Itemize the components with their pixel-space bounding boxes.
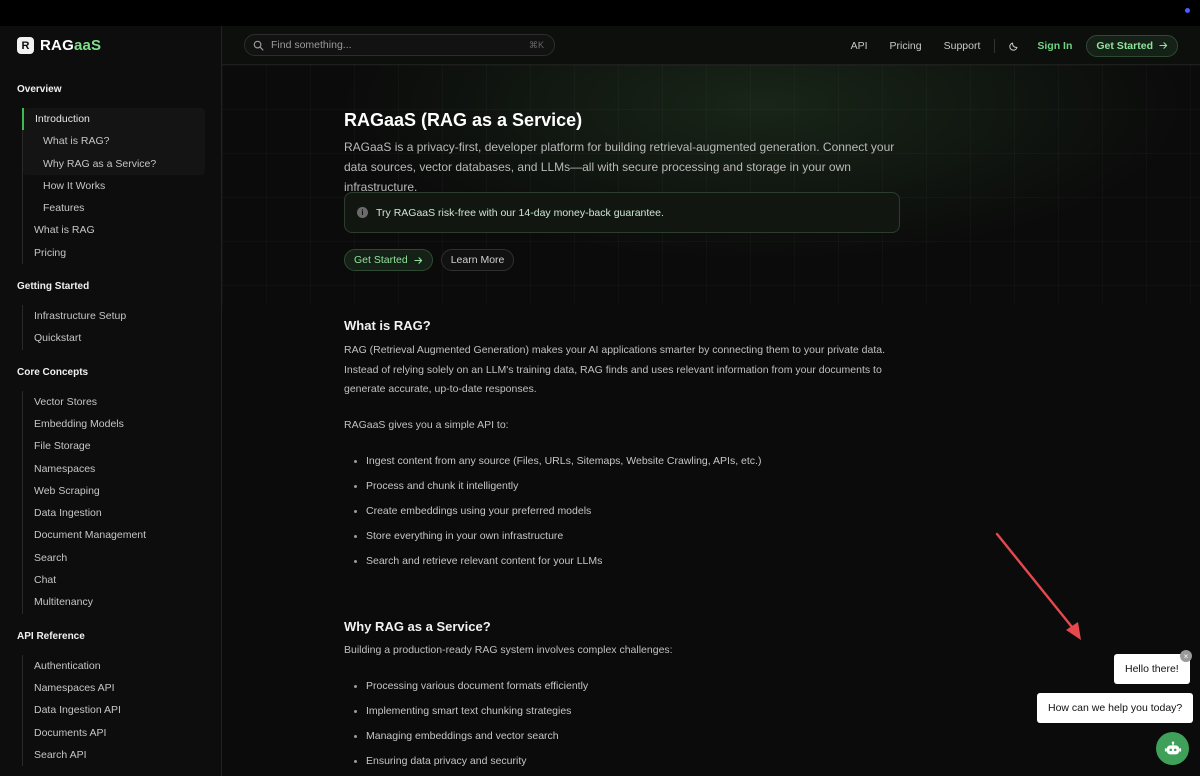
- api-reference-group: Authentication Namespaces API Data Inges…: [22, 654, 221, 767]
- nav-link-pricing[interactable]: Pricing: [890, 40, 922, 52]
- sidebar-item-data-ingestion[interactable]: Data Ingestion: [23, 502, 221, 524]
- sidebar-item-document-management[interactable]: Document Management: [23, 524, 221, 546]
- list-item: Process and chunk it intelligently: [354, 474, 761, 499]
- sidebar-item-namespaces[interactable]: Namespaces: [23, 458, 221, 480]
- search-icon: [253, 40, 264, 50]
- search-shortcut: ⌘K: [528, 39, 544, 50]
- annotation-arrow: [995, 532, 1081, 640]
- hero-get-started-label: Get Started: [354, 254, 408, 266]
- section-title-api-reference: API Reference: [17, 630, 85, 642]
- chat-prompt-bubble[interactable]: How can we help you today?: [1037, 693, 1194, 723]
- guarantee-callout: i Try RAGaaS risk-free with our 14-day m…: [344, 192, 900, 233]
- lead-paragraph: RAGaaS is a privacy-first, developer pla…: [344, 140, 895, 194]
- list-item: Search and retrieve relevant content for…: [354, 549, 761, 574]
- sidebar-item-authentication[interactable]: Authentication: [23, 655, 221, 677]
- list-item: Ensuring data privacy and security: [354, 749, 588, 774]
- search-placeholder: Find something...: [271, 39, 352, 51]
- header-divider: [994, 38, 996, 53]
- sidebar-item-quickstart[interactable]: Quickstart: [23, 327, 221, 349]
- section-title-core-concepts: Core Concepts: [17, 366, 89, 378]
- arrow-right-icon: [1159, 42, 1168, 49]
- list-item: Managing embeddings and vector search: [354, 724, 588, 749]
- chat-launcher-button[interactable]: [1156, 732, 1189, 765]
- top-bar: [0, 0, 1200, 26]
- sidebar: R RAGaaS Overview Introduction What is R…: [0, 26, 222, 776]
- sign-in-link[interactable]: Sign In: [1037, 40, 1072, 52]
- logo[interactable]: R RAGaaS: [17, 37, 101, 54]
- close-icon[interactable]: ×: [1180, 650, 1192, 662]
- sidebar-item-documents-api[interactable]: Documents API: [23, 722, 221, 744]
- cta-buttons: Get Started Learn More: [344, 249, 515, 271]
- get-started-label: Get Started: [1096, 39, 1153, 52]
- nav-link-api[interactable]: API: [851, 40, 868, 52]
- logo-mark: R: [17, 37, 34, 54]
- chatbot-icon: [1164, 740, 1181, 754]
- list-item: Processing various document formats effi…: [354, 674, 588, 699]
- introduction-block: Introduction What is RAG? Why RAG as a S…: [22, 108, 205, 175]
- what-is-rag-paragraph: RAG (Retrieval Augmented Generation) mak…: [344, 344, 886, 395]
- sidebar-item-what-is-rag[interactable]: What is RAG?: [23, 130, 205, 152]
- page-title: RAGaaS (RAG as a Service): [344, 110, 583, 130]
- logo-text: RAGaaS: [40, 37, 102, 54]
- list-item: Store everything in your own infrastruct…: [354, 524, 761, 549]
- core-concepts-group: Vector Stores Embedding Models File Stor…: [22, 390, 221, 614]
- list-item: Ingest content from any source (Files, U…: [354, 449, 761, 474]
- section-title-overview: Overview: [17, 84, 62, 95]
- api-capabilities-list: Ingest content from any source (Files, U…: [354, 449, 761, 574]
- header-nav: API Pricing Support Sign In Get Started: [851, 26, 1200, 65]
- sidebar-item-why-rag-service[interactable]: Why RAG as a Service?: [23, 153, 205, 175]
- section-heading-why-rag: Why RAG as a Service?: [344, 619, 491, 634]
- chat-greeting-bubble[interactable]: Hello there!: [1114, 654, 1190, 684]
- sidebar-item-search[interactable]: Search: [23, 547, 221, 569]
- sidebar-item-data-ingestion-api[interactable]: Data Ingestion API: [23, 699, 221, 721]
- sidebar-item-vector-stores[interactable]: Vector Stores: [23, 391, 221, 413]
- section-heading-what-is-rag: What is RAG?: [344, 318, 431, 333]
- moon-icon[interactable]: [1009, 41, 1019, 51]
- sidebar-item-file-storage[interactable]: File Storage: [23, 435, 221, 457]
- overview-group: Introduction What is RAG? Why RAG as a S…: [22, 108, 221, 265]
- sidebar-item-how-it-works[interactable]: How It Works: [23, 175, 221, 197]
- list-item: Create embeddings using your preferred m…: [354, 499, 761, 524]
- sidebar-item-what-is-rag-page[interactable]: What is RAG: [23, 219, 221, 241]
- sidebar-nav: Overview Introduction What is RAG? Why R…: [0, 81, 221, 767]
- section-title-getting-started: Getting Started: [17, 281, 90, 293]
- header-get-started-button[interactable]: Get Started: [1086, 34, 1178, 57]
- indicator-dot: [1185, 8, 1190, 13]
- callout-text: Try RAGaaS risk-free with our 14-day mon…: [376, 206, 664, 219]
- sidebar-item-web-scraping[interactable]: Web Scraping: [23, 480, 221, 502]
- main-content: RAGaaS (RAG as a Service) RAGaaS is a pr…: [222, 65, 1200, 776]
- challenges-list: Processing various document formats effi…: [354, 674, 588, 774]
- hero-get-started-button[interactable]: Get Started: [344, 249, 433, 271]
- sidebar-item-multitenancy[interactable]: Multitenancy: [23, 591, 221, 613]
- why-rag-intro: Building a production-ready RAG system i…: [344, 644, 673, 656]
- learn-more-button[interactable]: Learn More: [440, 249, 515, 271]
- arrow-right-icon: [414, 256, 422, 264]
- chat-prompt-text: How can we help you today?: [1048, 702, 1183, 714]
- sidebar-item-infrastructure-setup[interactable]: Infrastructure Setup: [23, 305, 221, 327]
- info-icon: i: [357, 207, 368, 218]
- sidebar-item-pricing[interactable]: Pricing: [23, 242, 221, 264]
- top-header: Find something... ⌘K API Pricing Support…: [222, 26, 1200, 65]
- search-input[interactable]: Find something... ⌘K: [244, 34, 555, 56]
- sidebar-item-introduction[interactable]: Introduction: [22, 108, 205, 131]
- chat-greeting-text: Hello there!: [1125, 663, 1179, 675]
- list-item: Implementing smart text chunking strateg…: [354, 699, 588, 724]
- sidebar-item-embedding-models[interactable]: Embedding Models: [23, 413, 221, 435]
- getting-started-group: Infrastructure Setup Quickstart: [22, 305, 221, 350]
- sidebar-item-search-api[interactable]: Search API: [23, 744, 221, 766]
- sidebar-item-features[interactable]: Features: [23, 197, 221, 219]
- sidebar-item-chat[interactable]: Chat: [23, 569, 221, 591]
- sidebar-item-namespaces-api[interactable]: Namespaces API: [23, 677, 221, 699]
- nav-link-support[interactable]: Support: [944, 40, 981, 52]
- api-intro-paragraph: RAGaaS gives you a simple API to:: [344, 419, 509, 431]
